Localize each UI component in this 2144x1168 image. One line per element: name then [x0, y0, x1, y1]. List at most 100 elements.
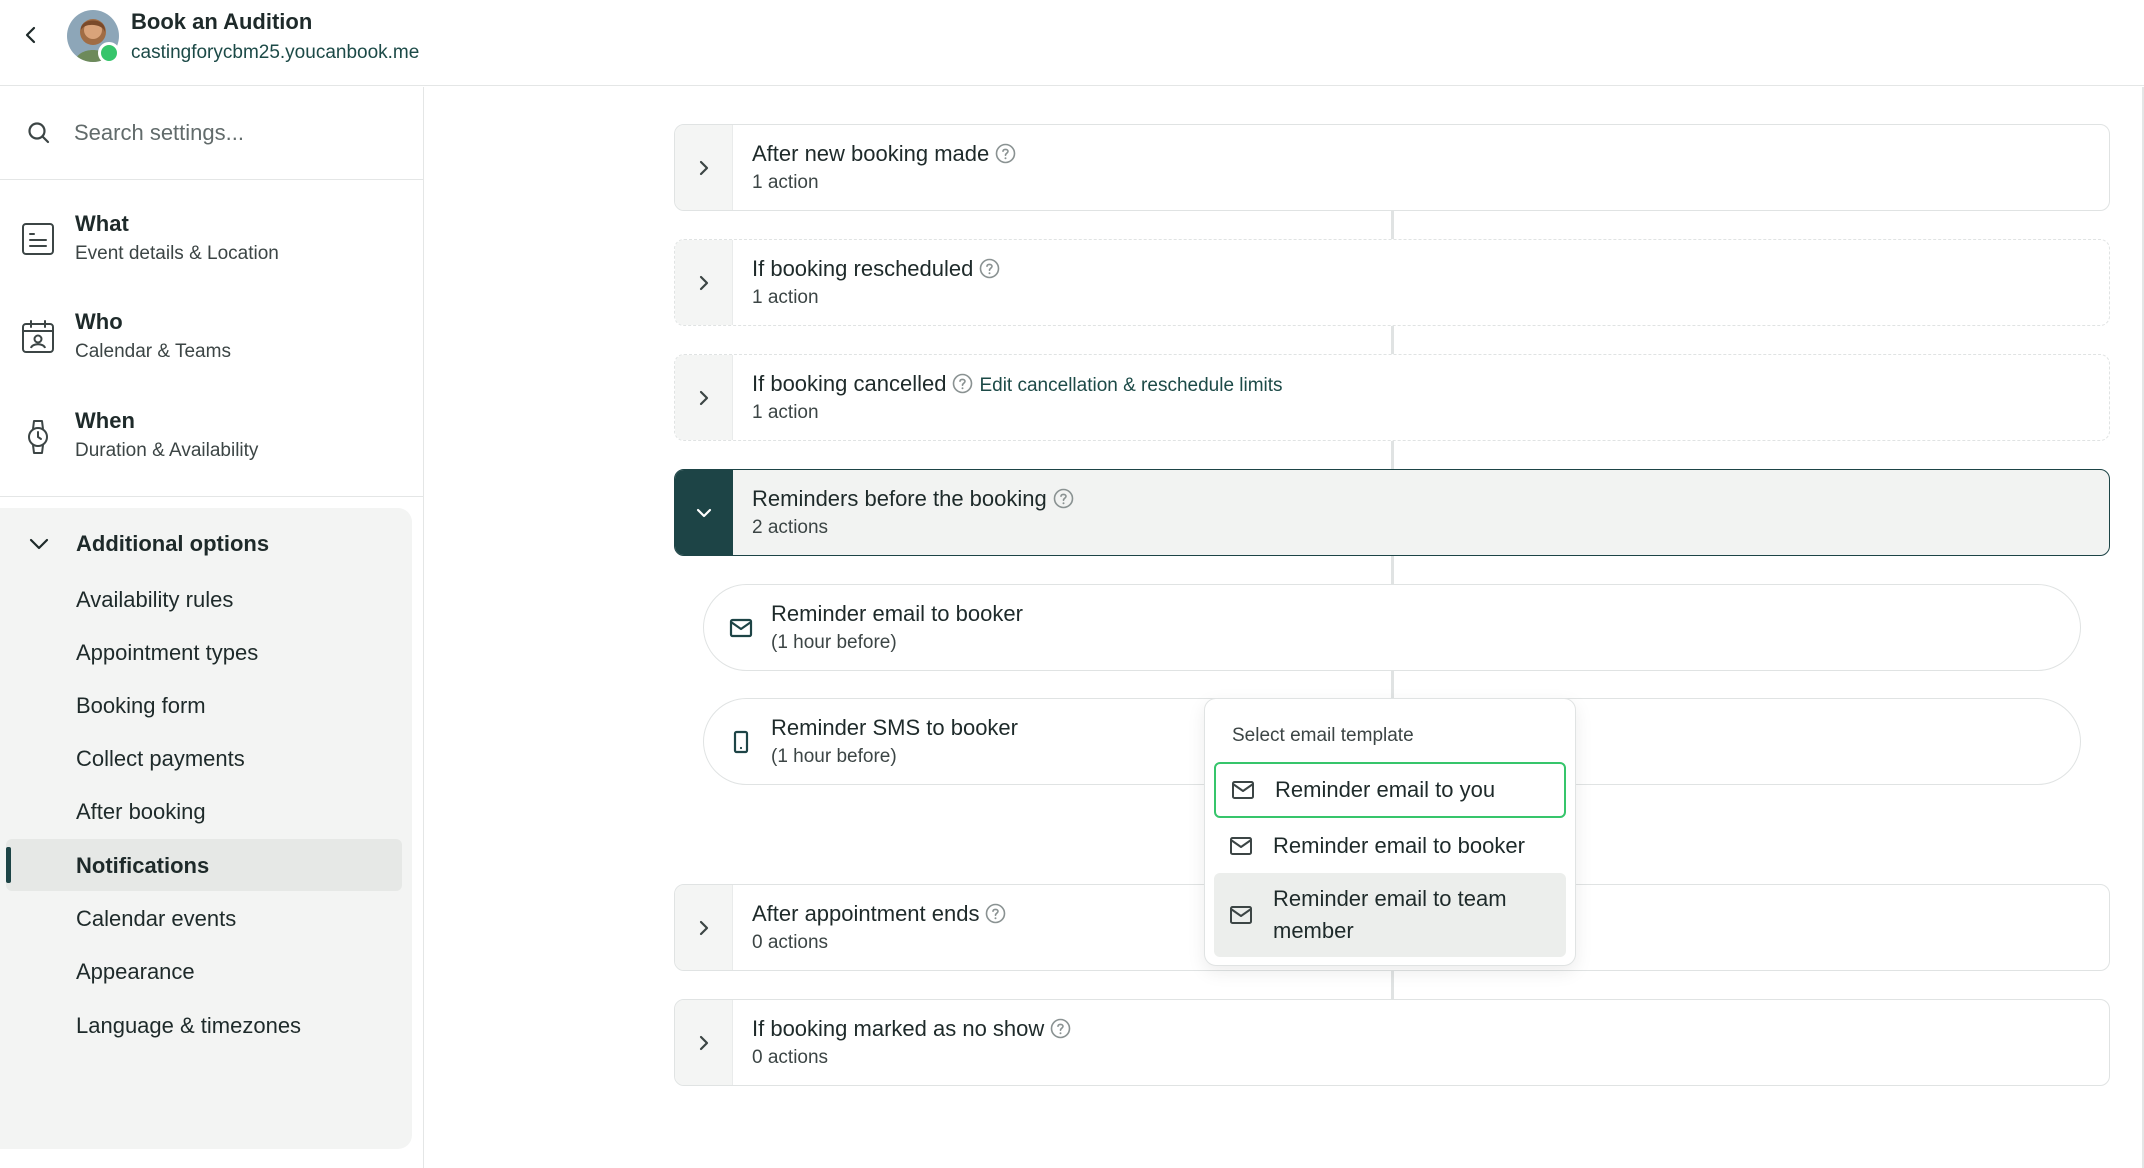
help-icon[interactable] — [1053, 488, 1074, 509]
expand-toggle[interactable] — [675, 125, 733, 210]
action-timing: (1 hour before) — [771, 632, 897, 653]
help-icon[interactable] — [1050, 1018, 1071, 1039]
sidebar-item-language-timezones[interactable]: Language & timezones — [6, 999, 402, 1051]
workflow-connector — [1391, 441, 1394, 469]
action-timing: (1 hour before) — [771, 746, 897, 767]
trigger-action-count: 0 actions — [752, 1047, 829, 1068]
sidebar-item-booking-form[interactable]: Booking form — [6, 679, 402, 731]
edit-cancellation-limits-link[interactable]: Edit cancellation & reschedule limits — [979, 375, 1282, 396]
chevron-left-icon — [25, 26, 36, 44]
sidebar-section-who[interactable]: Who Calendar & Teams — [0, 293, 423, 383]
trigger-title-row: If booking cancelled Edit cancellation & … — [752, 371, 1283, 397]
sidebar-item-appearance[interactable]: Appearance — [6, 945, 402, 997]
trigger-title-row: If booking marked as no show — [752, 1016, 1071, 1042]
trigger-title-row: Reminders before the booking — [752, 486, 1074, 512]
trigger-title: If booking cancelled — [752, 371, 947, 396]
sidebar-section-when[interactable]: When Duration & Availability — [0, 392, 423, 482]
sidebar-section-what[interactable]: What Event details & Location — [0, 195, 423, 285]
section-subtitle: Duration & Availability — [75, 440, 259, 461]
sidebar-item-collect-payments[interactable]: Collect payments — [6, 732, 402, 784]
back-button[interactable] — [14, 18, 48, 52]
sidebar-item-label: Availability rules — [76, 587, 234, 612]
sidebar-item-label: Appearance — [76, 959, 195, 984]
option-label: Reminder email to you — [1275, 777, 1496, 802]
chevron-down-icon — [696, 508, 712, 517]
sidebar-item-after-booking[interactable]: After booking — [6, 785, 402, 837]
workflow-connector — [1391, 556, 1394, 584]
chevron-right-icon — [699, 920, 708, 935]
document-list-icon — [22, 223, 54, 255]
section-subtitle: Calendar & Teams — [75, 341, 231, 362]
settings-sidebar: What Event details & Location Who Calend… — [0, 87, 424, 1168]
collapse-toggle[interactable] — [675, 470, 733, 555]
sidebar-item-availability-rules[interactable]: Availability rules — [6, 573, 402, 625]
mail-icon — [729, 618, 753, 638]
expand-toggle[interactable] — [675, 240, 733, 325]
email-template-dropdown: Select email template Reminder email to … — [1204, 698, 1576, 966]
search-settings-input[interactable] — [74, 113, 394, 153]
sidebar-item-notifications[interactable]: Notifications — [6, 839, 402, 891]
sidebar-item-label: Language & timezones — [76, 1013, 302, 1038]
option-reminder-email-to-booker[interactable]: Reminder email to booker — [1214, 821, 1566, 871]
search-row — [0, 87, 423, 180]
chevron-right-icon — [699, 275, 708, 290]
active-indicator — [6, 847, 11, 883]
workflow-connector — [1391, 326, 1394, 354]
sidebar-item-label: After booking — [76, 799, 206, 824]
page-title: Book an Audition — [131, 9, 313, 34]
expand-toggle[interactable] — [675, 885, 733, 970]
calendar-person-icon — [22, 320, 54, 353]
chevron-right-icon — [699, 160, 708, 175]
watch-icon — [28, 420, 48, 454]
help-icon[interactable] — [985, 903, 1006, 924]
action-reminder-email-booker[interactable]: Reminder email to booker (1 hour before) — [703, 584, 2081, 671]
help-icon[interactable] — [995, 143, 1016, 164]
section-title: When — [75, 408, 135, 433]
mail-icon — [1230, 906, 1252, 924]
sidebar-item-label: Booking form — [76, 693, 206, 718]
chevron-right-icon — [699, 1035, 708, 1050]
trigger-title: After new booking made — [752, 141, 990, 166]
expand-toggle[interactable] — [675, 355, 733, 440]
trigger-booking-marked-no-show[interactable]: If booking marked as no show 0 actions — [674, 999, 2110, 1086]
additional-options-title: Additional options — [76, 531, 270, 556]
trigger-action-count: 1 action — [752, 287, 819, 308]
booking-page-url[interactable]: castingforycbm25.youcanbook.me — [131, 42, 419, 64]
section-title: Who — [75, 309, 123, 334]
sidebar-item-calendar-events[interactable]: Calendar events — [6, 892, 402, 944]
trigger-action-count: 2 actions — [752, 517, 829, 538]
action-title: Reminder SMS to booker — [771, 715, 1018, 740]
workflow-connector — [1391, 211, 1394, 239]
search-icon — [28, 122, 50, 144]
trigger-title: Reminders before the booking — [752, 486, 1047, 511]
mail-icon — [1230, 837, 1252, 855]
chevron-right-icon — [699, 390, 708, 405]
expand-toggle[interactable] — [675, 1000, 733, 1085]
trigger-title: If booking marked as no show — [752, 1016, 1045, 1041]
trigger-booking-rescheduled[interactable]: If booking rescheduled 1 action — [674, 239, 2110, 326]
additional-options-toggle[interactable]: Additional options — [0, 518, 412, 568]
help-icon[interactable] — [952, 373, 973, 394]
trigger-action-count: 0 actions — [752, 932, 829, 953]
option-reminder-email-to-you[interactable]: Reminder email to you — [1214, 762, 1566, 818]
trigger-action-count: 1 action — [752, 172, 819, 193]
action-title: Reminder email to booker — [771, 601, 1023, 626]
option-label: Reminder email to booker — [1273, 833, 1525, 858]
sidebar-item-label: Calendar events — [76, 906, 237, 931]
notifications-workflow: After new booking made 1 action If booki… — [425, 87, 2144, 1168]
chevron-down-icon — [29, 538, 49, 550]
trigger-title-row: After appointment ends — [752, 901, 1006, 927]
top-header: Book an Audition castingforycbm25.youcan… — [0, 0, 2144, 86]
help-icon[interactable] — [979, 258, 1000, 279]
trigger-title-row: After new booking made — [752, 141, 1016, 167]
trigger-title: If booking rescheduled — [752, 256, 974, 281]
trigger-reminders-before-booking[interactable]: Reminders before the booking 2 actions — [674, 469, 2110, 556]
sidebar-item-appointment-types[interactable]: Appointment types — [6, 626, 402, 678]
trigger-booking-cancelled[interactable]: If booking cancelled Edit cancellation & … — [674, 354, 2110, 441]
option-label: Reminder email to team member — [1273, 886, 1507, 943]
trigger-after-new-booking[interactable]: After new booking made 1 action — [674, 124, 2110, 211]
additional-options-panel: Additional options Availability rules Ap… — [0, 508, 412, 1149]
option-reminder-email-to-team-member[interactable]: Reminder email to team member — [1214, 873, 1566, 957]
section-title: What — [75, 211, 129, 236]
mail-icon — [1232, 781, 1254, 799]
